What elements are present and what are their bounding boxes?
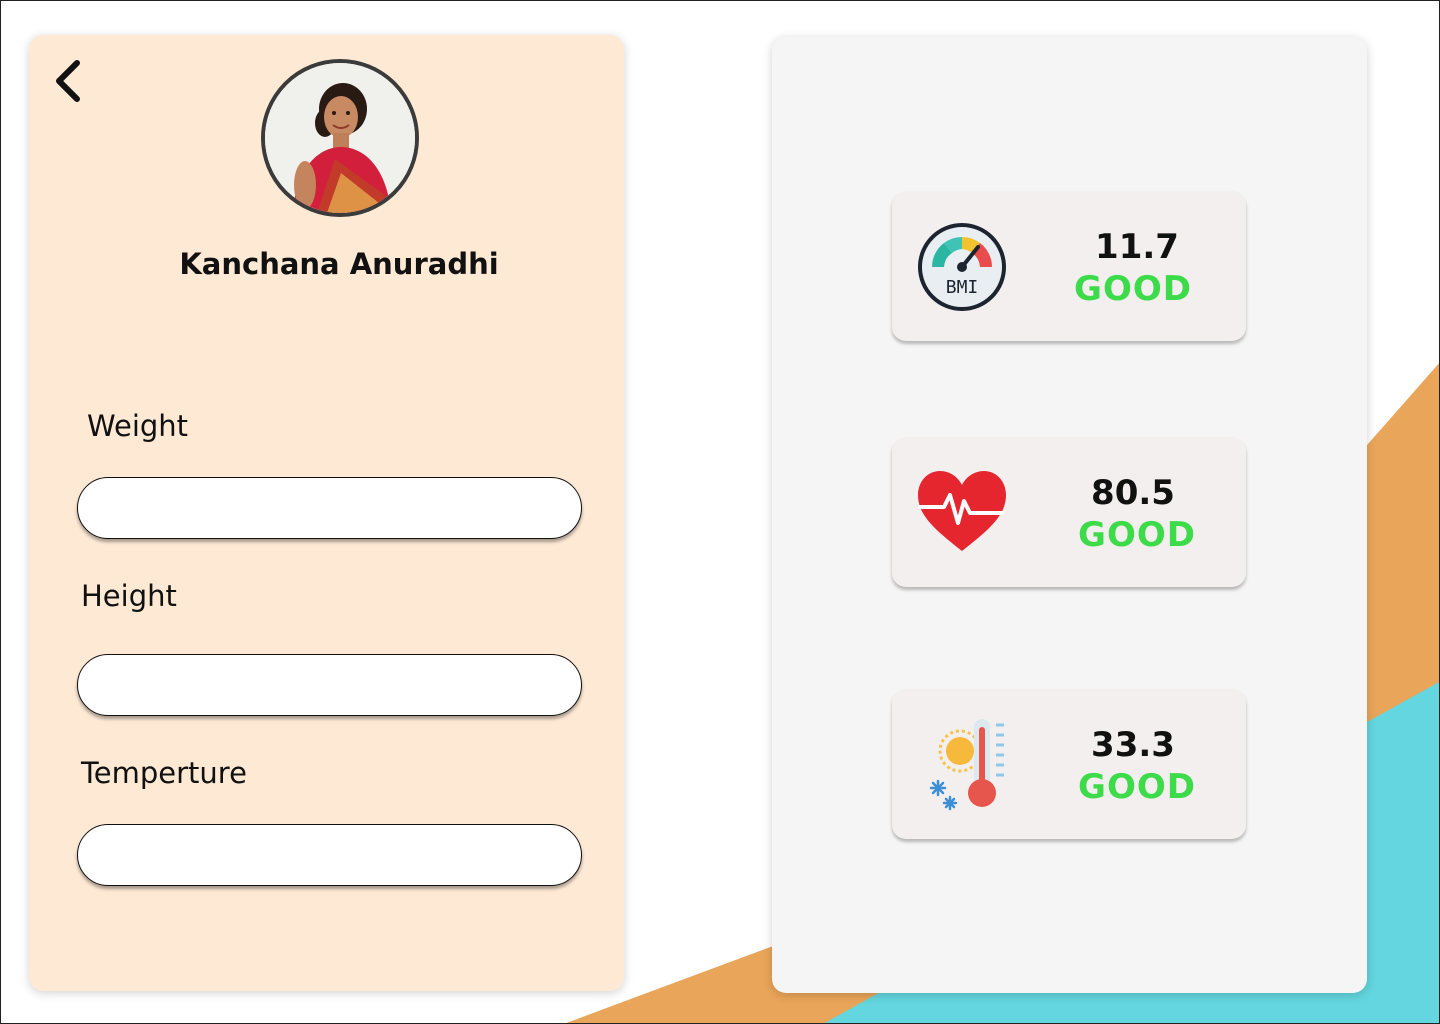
temperature-value: 33.3 <box>1091 725 1175 765</box>
chevron-left-icon <box>56 60 80 102</box>
thermometer-icon <box>929 719 1004 811</box>
heart-rate-card[interactable]: 80.5 GOOD <box>892 437 1246 587</box>
avatar <box>261 59 419 217</box>
bmi-status: GOOD <box>1074 269 1192 309</box>
app-window: Kanchana Anuradhi Weight Height Tempertu… <box>0 0 1440 1024</box>
svg-text:BMI: BMI <box>946 277 979 298</box>
heart-rate-value: 80.5 <box>1091 473 1175 513</box>
temperature-input[interactable] <box>77 824 582 886</box>
weight-label: Weight <box>87 409 189 443</box>
temperature-status: GOOD <box>1078 767 1196 807</box>
bmi-gauge-icon: BMI <box>918 223 1006 311</box>
heart-rate-status: GOOD <box>1078 515 1196 555</box>
weight-input[interactable] <box>77 477 582 539</box>
user-name: Kanchana Anuradhi <box>179 247 499 281</box>
profile-photo-icon <box>265 63 415 213</box>
metrics-panel: BMI 11.7 GOOD 80.5 GOOD 33.3 GOOD <box>772 37 1367 993</box>
height-label: Height <box>81 579 177 613</box>
bmi-value: 11.7 <box>1095 227 1179 267</box>
temperature-card[interactable]: 33.3 GOOD <box>892 689 1246 839</box>
height-input[interactable] <box>77 654 582 716</box>
profile-panel: Kanchana Anuradhi Weight Height Tempertu… <box>29 35 624 991</box>
bmi-card[interactable]: BMI 11.7 GOOD <box>892 191 1246 341</box>
temperature-label: Temperture <box>81 756 247 790</box>
back-button[interactable] <box>51 57 91 105</box>
heart-rate-icon <box>918 471 1006 551</box>
